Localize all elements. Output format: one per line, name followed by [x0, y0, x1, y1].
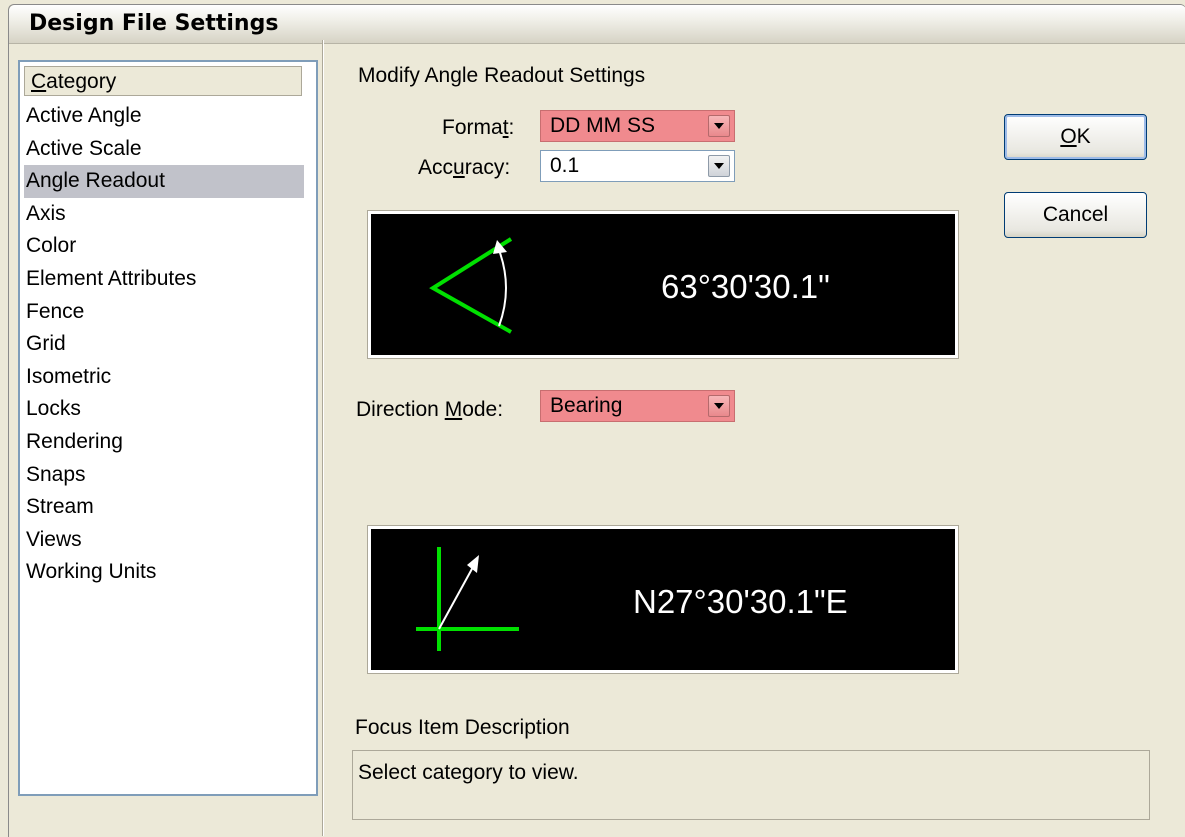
bearing-axes-icon	[416, 547, 519, 651]
category-list[interactable]: Category Active Angle Active Scale Angle R…	[18, 60, 318, 796]
format-value: DD MM SS	[550, 114, 655, 137]
accuracy-label: Accuracy:	[418, 156, 511, 179]
category-item-active-angle[interactable]: Active Angle	[24, 100, 304, 133]
category-item-fence[interactable]: Fence	[24, 296, 304, 329]
category-item-rendering[interactable]: Rendering	[24, 426, 304, 459]
format-dropdown[interactable]: DD MM SS	[540, 110, 735, 142]
bearing-preview-panel: N27°30'30.1"E	[367, 525, 959, 674]
direction-mode-label: Direction Mode:	[356, 398, 504, 421]
category-column-header[interactable]: Category	[24, 66, 302, 96]
chevron-down-icon[interactable]	[708, 115, 730, 137]
category-item-locks[interactable]: Locks	[24, 393, 304, 426]
format-label: Format:	[442, 116, 515, 139]
accuracy-dropdown[interactable]: 0.1	[540, 150, 735, 182]
category-item-stream[interactable]: Stream	[24, 491, 304, 524]
direction-mode-value: Bearing	[550, 394, 623, 417]
focus-description-text: Select category to view.	[358, 761, 579, 784]
category-item-isometric[interactable]: Isometric	[24, 361, 304, 394]
focus-description-box: Select category to view.	[352, 750, 1150, 820]
category-item-working-units[interactable]: Working Units	[24, 556, 304, 589]
direction-mode-dropdown[interactable]: Bearing	[540, 390, 735, 422]
category-item-views[interactable]: Views	[24, 524, 304, 557]
cancel-button[interactable]: Cancel	[1004, 192, 1147, 238]
title-bar[interactable]: Design File Settings	[9, 5, 1185, 44]
ok-button[interactable]: OK	[1004, 114, 1147, 160]
category-item-axis[interactable]: Axis	[24, 198, 304, 231]
angle-readout: 63°30'30.1"	[661, 268, 830, 305]
panel-divider	[322, 40, 324, 836]
category-item-snaps[interactable]: Snaps	[24, 459, 304, 492]
window-title: Design File Settings	[29, 11, 279, 36]
category-item-active-scale[interactable]: Active Scale	[24, 133, 304, 166]
focus-description-label: Focus Item Description	[355, 716, 570, 739]
category-item-element-attributes[interactable]: Element Attributes	[24, 263, 304, 296]
chevron-down-icon[interactable]	[708, 395, 730, 417]
bearing-readout: N27°30'30.1"E	[633, 583, 848, 620]
angle-preview-panel: 63°30'30.1"	[367, 210, 959, 359]
category-item-angle-readout[interactable]: Angle Readout	[24, 165, 304, 198]
category-item-color[interactable]: Color	[24, 230, 304, 263]
angle-arc-icon	[429, 237, 513, 334]
category-items: Active Angle Active Scale Angle Readout Axi…	[24, 100, 304, 589]
category-item-grid[interactable]: Grid	[24, 328, 304, 361]
chevron-down-icon[interactable]	[708, 155, 730, 177]
settings-heading: Modify Angle Readout Settings	[358, 64, 646, 87]
accuracy-value: 0.1	[550, 154, 580, 177]
